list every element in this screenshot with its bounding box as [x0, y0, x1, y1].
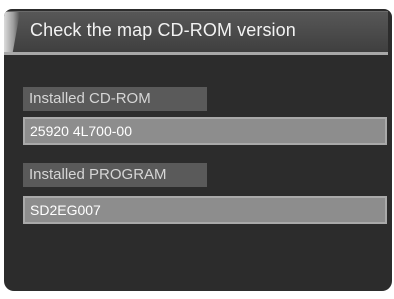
map-version-panel: Check the map CD-ROM version Installed C…	[4, 9, 392, 291]
navigation-display: Check the map CD-ROM version Installed C…	[0, 0, 394, 299]
installed-cdrom-label: Installed CD-ROM	[23, 87, 207, 111]
installed-program-value: SD2EG007	[23, 196, 387, 224]
installed-cdrom-value: 25920 4L700-00	[23, 117, 387, 145]
page-title: Check the map CD-ROM version	[30, 20, 296, 40]
installed-program-label: Installed PROGRAM	[23, 163, 207, 187]
title-bar: Check the map CD-ROM version	[4, 11, 388, 55]
title-tab-accent	[4, 12, 20, 52]
